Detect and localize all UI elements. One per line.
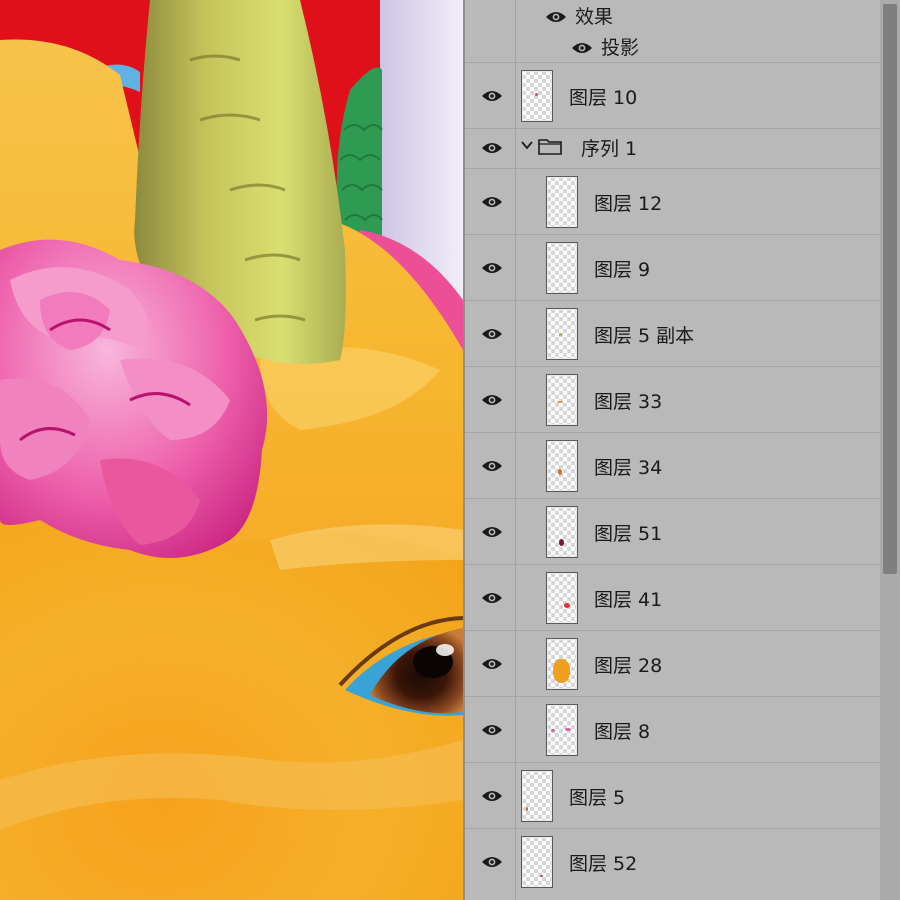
layer-name: 图层 9 xyxy=(594,259,651,281)
layer-row[interactable]: 图层 52 xyxy=(465,828,880,894)
drop-shadow-label: 投影 xyxy=(601,37,640,59)
layer-thumbnail xyxy=(546,572,578,624)
eye-icon[interactable] xyxy=(481,326,503,345)
layer-row[interactable]: 图层 5 xyxy=(465,762,880,828)
layer-group-row[interactable]: 序列 1 xyxy=(465,128,880,164)
eye-icon[interactable] xyxy=(571,38,593,60)
layer-row[interactable]: 图层 41 xyxy=(465,564,880,630)
document-canvas[interactable] xyxy=(0,0,463,900)
eye-icon[interactable] xyxy=(545,7,567,29)
layer-thumbnail xyxy=(521,70,553,122)
layer-name: 图层 34 xyxy=(594,457,663,479)
layer-name: 图层 51 xyxy=(594,523,663,545)
layer-name: 图层 12 xyxy=(594,193,663,215)
layer-name: 图层 33 xyxy=(594,391,663,413)
layer-row[interactable]: 图层 51 xyxy=(465,498,880,564)
layer-thumbnail xyxy=(546,374,578,426)
eye-icon[interactable] xyxy=(481,88,503,107)
layer-thumbnail xyxy=(546,704,578,756)
layer-name: 图层 10 xyxy=(569,87,638,109)
eye-icon[interactable] xyxy=(481,656,503,675)
eye-icon[interactable] xyxy=(481,458,503,477)
layer-name: 图层 28 xyxy=(594,655,663,677)
layer-name: 图层 5 xyxy=(569,787,626,809)
layer-row[interactable]: 图层 12 xyxy=(465,168,880,234)
eye-icon[interactable] xyxy=(481,194,503,213)
layer-row[interactable]: 图层 34 xyxy=(465,432,880,498)
eye-icon[interactable] xyxy=(481,260,503,279)
layer-name: 图层 41 xyxy=(594,589,663,611)
layer-row[interactable]: 图层 9 xyxy=(465,234,880,300)
layer-thumbnail xyxy=(546,440,578,492)
effects-row[interactable]: 效果 xyxy=(465,0,880,30)
layer-name: 图层 5 副本 xyxy=(594,325,695,347)
layer-row[interactable]: 图层 10 xyxy=(465,62,880,128)
layer-row[interactable]: 图层 5 副本 xyxy=(465,300,880,366)
scrollbar-thumb[interactable] xyxy=(883,4,897,574)
layer-thumbnail xyxy=(546,638,578,690)
layer-thumbnail xyxy=(546,506,578,558)
eye-icon[interactable] xyxy=(481,392,503,411)
layer-row[interactable]: 图层 8 xyxy=(465,696,880,762)
layer-thumbnail xyxy=(546,176,578,228)
artwork xyxy=(0,0,463,900)
scrollbar[interactable] xyxy=(880,0,900,900)
layer-name: 图层 52 xyxy=(569,853,638,875)
layer-row[interactable]: 图层 33 xyxy=(465,366,880,432)
layer-thumbnail xyxy=(546,242,578,294)
layer-thumbnail xyxy=(521,770,553,822)
eye-icon[interactable] xyxy=(481,590,503,609)
effects-label: 效果 xyxy=(575,6,614,28)
layer-thumbnail xyxy=(546,308,578,360)
layer-row[interactable]: 图层 28 xyxy=(465,630,880,696)
folder-icon xyxy=(538,137,562,159)
layers-panel: 效果 投影 图层 10 序列 1 图层 12 图层 9 图层 5 副本 图层 3… xyxy=(463,0,900,900)
chevron-down-icon[interactable] xyxy=(521,136,533,154)
group-name: 序列 1 xyxy=(581,138,638,160)
eye-icon[interactable] xyxy=(481,788,503,807)
drop-shadow-row[interactable]: 投影 xyxy=(465,31,880,61)
eye-icon[interactable] xyxy=(481,854,503,873)
layer-name: 图层 8 xyxy=(594,721,651,743)
eye-icon[interactable] xyxy=(481,140,503,159)
eye-icon[interactable] xyxy=(481,722,503,741)
eye-icon[interactable] xyxy=(481,524,503,543)
layer-thumbnail xyxy=(521,836,553,888)
